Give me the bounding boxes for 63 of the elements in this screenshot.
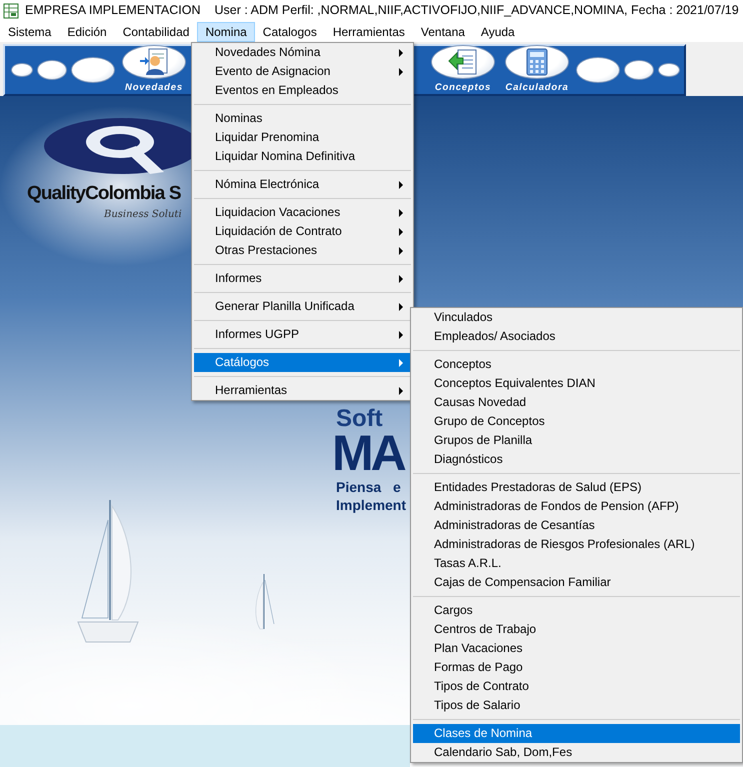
menu-item[interactable]: Liquidación de Contrato (194, 222, 411, 241)
menu-item[interactable]: Administradoras de Fondos de Pension (AFP) (413, 497, 740, 516)
menu-item[interactable]: Generar Planilla Unificada (194, 297, 411, 316)
menu-item[interactable]: Informes (194, 269, 411, 288)
calculator-icon (526, 48, 548, 76)
menu-item[interactable]: Liquidar Prenomina (194, 128, 411, 147)
menu-item[interactable]: Clases de Nomina (413, 724, 740, 743)
product-name: MA (332, 430, 404, 476)
toolbar-button[interactable] (11, 63, 33, 77)
menu-item[interactable]: Cargos (413, 601, 740, 620)
menu-item[interactable]: Empleados/ Asociados (413, 327, 740, 346)
menu-item[interactable]: Liquidar Nomina Definitiva (194, 147, 411, 166)
menu-item[interactable]: Tipos de Salario (413, 696, 740, 715)
menu-item[interactable]: Novedades Nómina (194, 43, 411, 62)
menu-item[interactable]: Administradoras de Riesgos Profesionales (ARL) (413, 535, 740, 554)
menu-item[interactable]: Administradoras de Cesantías (413, 516, 740, 535)
menu-item[interactable]: Grupo de Conceptos (413, 412, 740, 431)
menu-item[interactable]: Catálogos (194, 353, 411, 372)
toolbar-button[interactable] (624, 60, 654, 80)
menu-item[interactable]: Catalogos (254, 22, 325, 42)
spreadsheet-icon (3, 2, 19, 18)
menu-item[interactable]: Ayuda (472, 22, 523, 42)
tagline: Business Soluti (104, 208, 182, 222)
menu-item[interactable]: Ventana (412, 22, 473, 42)
menu-item[interactable]: Cajas de Compensacion Familiar (413, 573, 740, 592)
menu-item[interactable]: Eventos en Empleados (194, 81, 411, 100)
menu-item[interactable]: Nominas (194, 109, 411, 128)
menu-item[interactable]: Vinculados (413, 308, 740, 327)
menu-item[interactable]: Liquidacion Vacaciones (194, 203, 411, 222)
person-document-icon (139, 48, 169, 76)
toolbar-button[interactable] (37, 60, 67, 80)
menu-item[interactable]: Nómina Electrónica (194, 175, 411, 194)
menu-item[interactable]: Otras Prestaciones (194, 241, 411, 260)
slogan: Implement (336, 496, 406, 515)
session-info: User : ADM Perfil: ,NORMAL,NIIF,ACTIVOFIJO,NIIF_ADVANCE,NOMINA, Fecha : 2021/07/19 (214, 2, 739, 20)
menu-item[interactable]: Evento de Asignacion (194, 62, 411, 81)
menu-item[interactable]: Formas de Pago (413, 658, 740, 677)
menu-item[interactable]: Conceptos (413, 355, 740, 374)
toolbar-button[interactable] (71, 57, 115, 83)
window-title: EMPRESA IMPLEMENTACION (25, 2, 200, 20)
menu-item[interactable]: Edición (59, 22, 115, 42)
menu-item[interactable]: Entidades Prestadoras de Salud (EPS) (413, 478, 740, 497)
brand-name: QualityColombia S (27, 182, 181, 206)
menu-item[interactable]: Causas Novedad (413, 393, 740, 412)
toolbar-button[interactable] (658, 63, 680, 77)
menu-item[interactable]: Herramientas (194, 381, 411, 400)
toolbar-button[interactable] (576, 57, 620, 83)
menu-item[interactable]: Centros de Trabajo (413, 620, 740, 639)
menu-item[interactable]: Grupos de Planilla (413, 431, 740, 450)
product-name: Soft (336, 406, 383, 432)
menu-item[interactable]: Sistema (0, 22, 60, 42)
arrow-document-icon (448, 48, 478, 76)
menu-item[interactable]: Tipos de Contrato (413, 677, 740, 696)
menu-item[interactable]: Diagnósticos (413, 450, 740, 469)
menu-item[interactable]: Conceptos Equivalentes DIAN (413, 374, 740, 393)
menu-item[interactable]: Herramientas (324, 22, 413, 42)
menu-item[interactable]: Contabilidad (114, 22, 198, 42)
menu-item[interactable]: Calendario Sab, Dom,Fes (413, 743, 740, 762)
slogan: Piensa e (336, 478, 401, 497)
menu-item[interactable]: Informes UGPP (194, 325, 411, 344)
menu-item[interactable]: Plan Vacaciones (413, 639, 740, 658)
menu-item[interactable]: Nomina (197, 22, 255, 42)
menu-item[interactable]: Tasas A.R.L. (413, 554, 740, 573)
